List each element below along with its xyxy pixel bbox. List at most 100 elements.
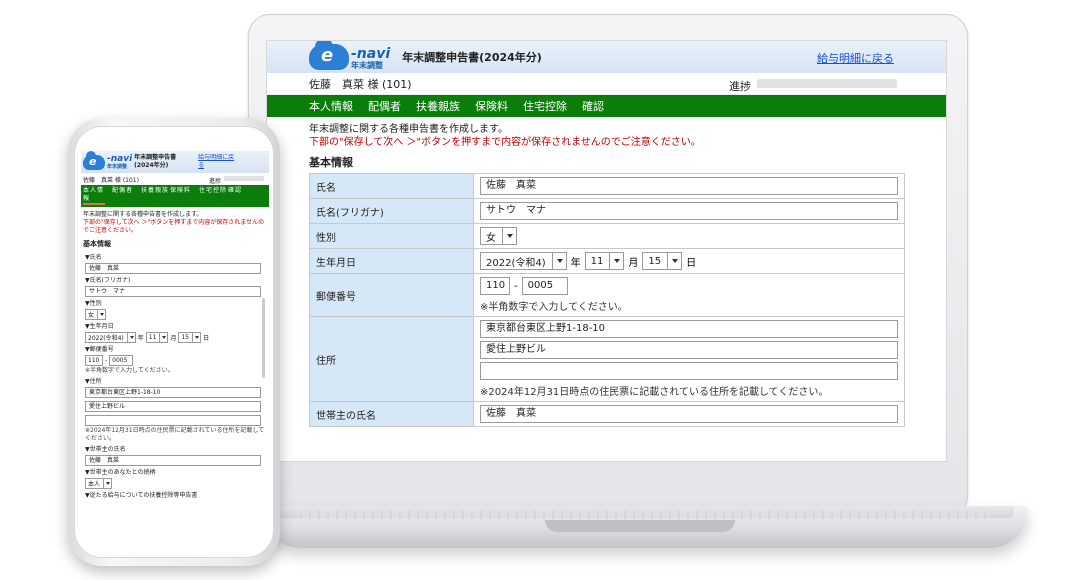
chevron-down-icon bbox=[551, 253, 566, 269]
gender-value: 女 bbox=[486, 232, 496, 244]
birth-year-select[interactable]: 2022(令和4) bbox=[480, 252, 567, 270]
mobile-zip-input-2[interactable]: 0005 bbox=[109, 355, 134, 366]
mobile-day-unit: 日 bbox=[203, 335, 210, 342]
mobile-zip-separator: - bbox=[105, 357, 108, 364]
kana-input[interactable]: サトウ マナ bbox=[480, 202, 898, 220]
tab-dependents[interactable]: 扶養親族 bbox=[416, 98, 460, 114]
mobile-kana-input[interactable]: サトウ マナ bbox=[85, 286, 261, 297]
mobile-intro-text: 年末調整に関する各種申告書を作成します。 下部の"保存して次へ ＞"ボタンを押す… bbox=[81, 207, 269, 235]
mobile-kana-label: ▼氏名(フリガナ) bbox=[85, 277, 131, 284]
mobile-month-unit: 月 bbox=[170, 335, 177, 342]
chevron-down-icon bbox=[667, 253, 681, 269]
mobile-birth-month-select[interactable]: 11 bbox=[145, 332, 169, 343]
birth-year-value: 2022(令和4) bbox=[486, 257, 546, 269]
mobile-tab-confirm[interactable]: 確認 bbox=[228, 187, 257, 195]
household-head-input[interactable]: 佐藤 真菜 bbox=[480, 405, 898, 423]
cloud-logo-icon: e bbox=[309, 41, 349, 70]
mobile-tab-personal-info[interactable]: 本人情報 bbox=[83, 187, 105, 205]
mobile-address-line-1-input[interactable]: 東京都台東区上野1-18-10 bbox=[85, 387, 261, 398]
mobile-enavi-logo: e -navi 年末調整 bbox=[83, 151, 132, 170]
mobile-intro-line: 年末調整に関する各種申告書を作成します。 bbox=[83, 211, 203, 218]
mobile-scrollbar[interactable] bbox=[262, 298, 265, 378]
mobile-page-title: 年末調整申告書(2024年分) bbox=[134, 154, 177, 169]
laptop-trackpad-notch bbox=[545, 520, 735, 532]
gender-select[interactable]: 女 bbox=[480, 227, 517, 245]
mobile-name-input[interactable]: 佐藤 真菜 bbox=[85, 263, 261, 274]
mobile-logo-subtitle: 年末調整 bbox=[107, 163, 128, 170]
mobile-birth-day-value: 15 bbox=[181, 334, 190, 341]
phone-screen: e -navi 年末調整 年末調整申告書(2024年分) 給与明細に戻る 佐藤 … bbox=[74, 126, 274, 558]
zip-note: ※半角数字で入力してください。 bbox=[480, 302, 628, 313]
chevron-down-icon bbox=[159, 333, 167, 342]
tab-insurance[interactable]: 保険料 bbox=[475, 98, 508, 114]
mobile-tab-spouse[interactable]: 配偶者 bbox=[112, 187, 141, 195]
section-title: 基本情報 bbox=[309, 156, 353, 169]
section-nav: 本人情報 配偶者 扶養親族 保険料 住宅控除 確認 bbox=[267, 95, 946, 117]
address-note: ※2024年12月31日時点の住民票に記載されている住所を記載してください。 bbox=[480, 387, 829, 398]
chevron-down-icon bbox=[103, 479, 111, 488]
intro-text: 年末調整に関する各種申告書を作成します。 下部の"保存して次へ ＞"ボタンを押す… bbox=[267, 117, 946, 149]
form-row-gender: 性別 女 bbox=[309, 223, 905, 249]
mobile-gender-select[interactable]: 女 bbox=[85, 309, 107, 320]
name-input[interactable]: 佐藤 真菜 bbox=[480, 177, 898, 195]
birthdate-label: 生年月日 bbox=[309, 248, 474, 274]
save-warning: 下部の"保存して次へ ＞"ボタンを押すまで内容が保存されませんのでご注意ください… bbox=[309, 137, 701, 148]
zip-input-2[interactable]: 0005 bbox=[521, 277, 568, 295]
tab-spouse[interactable]: 配偶者 bbox=[368, 98, 401, 114]
mobile-relation-select[interactable]: 本人 bbox=[85, 478, 113, 489]
mobile-user-name: 佐藤 真菜 様 (101) bbox=[83, 176, 139, 184]
chevron-down-icon bbox=[126, 333, 135, 342]
mobile-household-head-input[interactable]: 佐藤 真菜 bbox=[85, 455, 261, 466]
mobile-zip-input-1[interactable]: 110 bbox=[85, 355, 103, 366]
chevron-down-icon bbox=[502, 228, 516, 244]
address-line-3-input[interactable] bbox=[480, 362, 898, 380]
mobile-section-title: 基本情報 bbox=[83, 240, 111, 248]
progress-bar bbox=[757, 79, 897, 88]
user-name: 佐藤 真菜 様 (101) bbox=[309, 77, 412, 91]
tab-housing-deduction[interactable]: 住宅控除 bbox=[523, 98, 567, 114]
mobile-tab-housing-deduction[interactable]: 住宅控除 bbox=[199, 187, 228, 195]
chevron-down-icon bbox=[609, 253, 623, 269]
tab-confirm[interactable]: 確認 bbox=[582, 98, 604, 114]
birth-month-value: 11 bbox=[590, 255, 604, 267]
device-mockup-stage: e -navi 年末調整 年末調整申告書(2024年分) 給与明細に戻る 佐藤 … bbox=[0, 0, 1073, 580]
tab-personal-info[interactable]: 本人情報 bbox=[309, 98, 353, 114]
page-header: e -navi 年末調整 年末調整申告書(2024年分) 給与明細に戻る bbox=[267, 41, 946, 73]
mobile-dependent-label: ▼従たる給与についての扶養控除等申告書 bbox=[85, 492, 198, 499]
mobile-tab-dependents[interactable]: 扶養親族 bbox=[141, 187, 170, 195]
basic-info-form: 氏名 佐藤 真菜 氏名(フリガナ) サトウ マナ 性別 女 生年月日 2022(… bbox=[309, 173, 905, 427]
form-row-zip: 郵便番号 110 - 0005 ※半角数字で入力してください。 bbox=[309, 273, 905, 317]
logo-subtitle: 年末調整 bbox=[351, 61, 383, 70]
logo-name: -navi bbox=[351, 46, 391, 62]
mobile-birth-year-select[interactable]: 2022(令和4) bbox=[85, 332, 136, 343]
form-row-household-head: 世帯主の氏名 佐藤 真菜 bbox=[309, 401, 905, 427]
household-head-label: 世帯主の氏名 bbox=[309, 401, 474, 427]
mobile-name-label: ▼氏名 bbox=[85, 254, 102, 261]
page-title: 年末調整申告書(2024年分) bbox=[402, 51, 542, 64]
mobile-zip-note: ※半角数字で入力してください。 bbox=[85, 367, 174, 374]
mobile-birth-year-value: 2022(令和4) bbox=[88, 335, 124, 342]
user-bar: 佐藤 真菜 様 (101) 進捗 bbox=[267, 73, 946, 95]
form-row-kana: 氏名(フリガナ) サトウ マナ bbox=[309, 198, 905, 224]
mobile-user-bar: 佐藤 真菜 様 (101) 進捗 bbox=[81, 173, 269, 185]
mobile-birth-day-select[interactable]: 15 bbox=[178, 332, 202, 343]
address-line-1-input[interactable]: 東京都台東区上野1-18-10 bbox=[480, 320, 898, 338]
birth-month-select[interactable]: 11 bbox=[584, 252, 625, 270]
laptop-screen: e -navi 年末調整 年末調整申告書(2024年分) 給与明細に戻る 佐藤 … bbox=[266, 40, 947, 462]
address-line-2-input[interactable]: 愛住上野ビル bbox=[480, 341, 898, 359]
mobile-progress-bar bbox=[224, 176, 264, 181]
mobile-tab-insurance[interactable]: 保険料 bbox=[170, 187, 199, 195]
zip-label: 郵便番号 bbox=[309, 273, 474, 317]
mobile-address-line-2-input[interactable]: 愛住上野ビル bbox=[85, 401, 261, 412]
mobile-birth-month-value: 11 bbox=[148, 334, 157, 341]
birth-day-select[interactable]: 15 bbox=[642, 252, 683, 270]
zip-input-1[interactable]: 110 bbox=[480, 277, 510, 295]
mobile-logo-mark: e bbox=[89, 154, 97, 168]
year-unit: 年 bbox=[570, 257, 581, 269]
mobile-address-line-3-input[interactable] bbox=[85, 415, 261, 426]
intro-line: 年末調整に関する各種申告書を作成します。 bbox=[309, 124, 508, 135]
back-to-payslip-link[interactable]: 給与明細に戻る bbox=[817, 50, 894, 66]
enavi-logo: e -navi 年末調整 bbox=[309, 41, 391, 70]
mobile-address-label: ▼住所 bbox=[85, 378, 102, 385]
mobile-back-link[interactable]: 給与明細に戻る bbox=[198, 154, 238, 170]
